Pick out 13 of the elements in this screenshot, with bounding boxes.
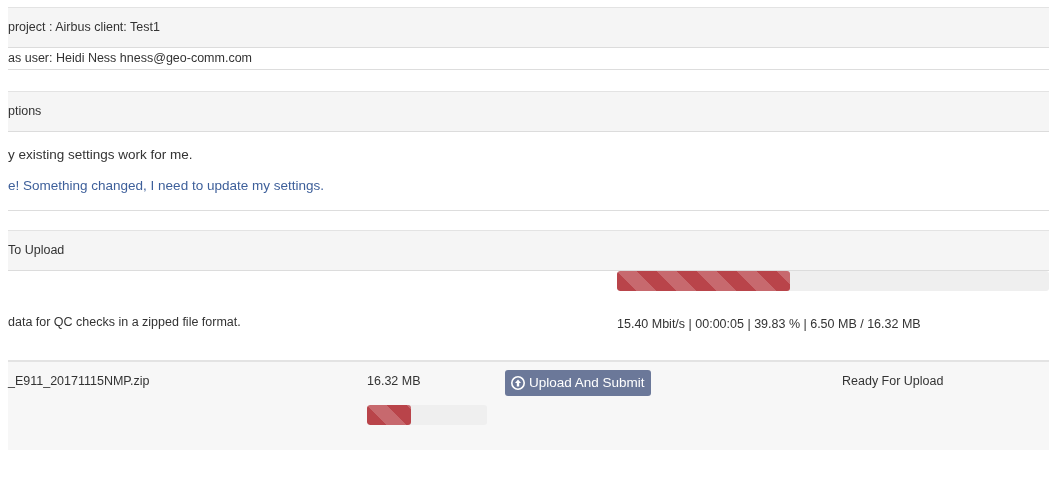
upload-button[interactable]: Upload And Submit [505,370,651,397]
upload-icon [511,376,525,391]
file-size: 16.32 MB [367,373,421,390]
option-text: y existing settings work for me. [8,146,193,165]
section-title: ptions [8,103,42,121]
upload-description: data for QC checks in a zipped file format. [8,314,241,332]
settings-link[interactable]: e! Something changed, I need to update my settings. [8,176,324,197]
file-name: _E911_20171115NMP.zip [8,374,150,388]
user-info: as user: Heidi Ness hness@geo-comm.com [8,50,253,68]
section-title: To Upload [8,242,65,260]
upload-status: Ready For Upload [842,374,944,388]
project-title: project : Airbus client: Test1 [8,19,160,37]
upload-stats: 15.40 Mbit/s | 00:00:05 | 39.83 % | 6.50 MB / 16.32 MB [617,316,921,333]
